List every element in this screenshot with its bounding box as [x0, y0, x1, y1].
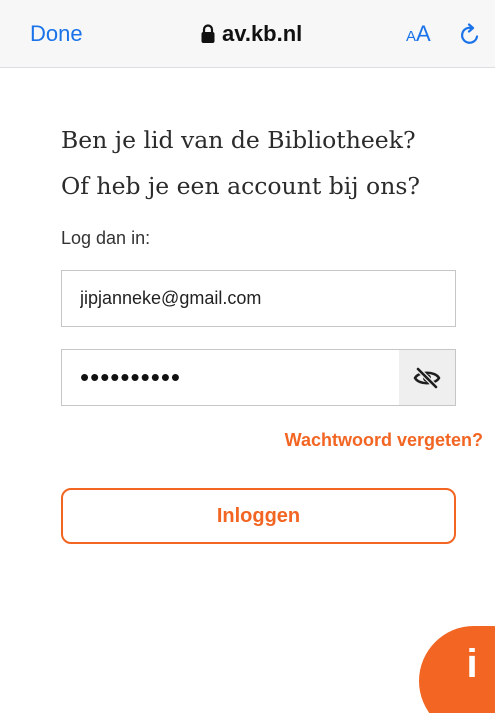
email-field-box: [61, 270, 456, 327]
password-input[interactable]: [62, 350, 400, 405]
eye-off-icon: [413, 366, 441, 389]
login-button[interactable]: Inloggen: [61, 488, 456, 544]
heading-line-2: Of heb je een account bij ons?: [61, 172, 420, 200]
password-visibility-toggle[interactable]: [399, 350, 455, 405]
done-button[interactable]: Done: [30, 21, 83, 47]
heading-line-1: Ben je lid van de Bibliotheek?: [61, 126, 416, 154]
email-input[interactable]: [62, 271, 455, 326]
reload-icon[interactable]: [458, 23, 482, 47]
browser-toolbar: Done av.kb.nl AA: [0, 0, 495, 68]
info-icon: i: [466, 642, 478, 686]
text-size-small-glyph: A: [406, 28, 417, 45]
text-size-large-glyph: A: [416, 21, 431, 46]
url-text: av.kb.nl: [222, 21, 303, 46]
password-field-box: [61, 349, 456, 406]
login-heading: Ben je lid van de Bibliotheek? Of heb je…: [61, 117, 481, 209]
forgot-password-link[interactable]: Wachtwoord vergeten?: [285, 430, 483, 451]
login-subtitle: Log dan in:: [61, 228, 151, 248]
address-bar[interactable]: av.kb.nl: [200, 20, 302, 48]
text-size-button[interactable]: AA: [406, 21, 431, 47]
screen: Done av.kb.nl AA Ben je lid van de Bibli…: [0, 0, 495, 713]
info-button[interactable]: i: [419, 626, 495, 713]
lock-icon: [201, 24, 215, 43]
